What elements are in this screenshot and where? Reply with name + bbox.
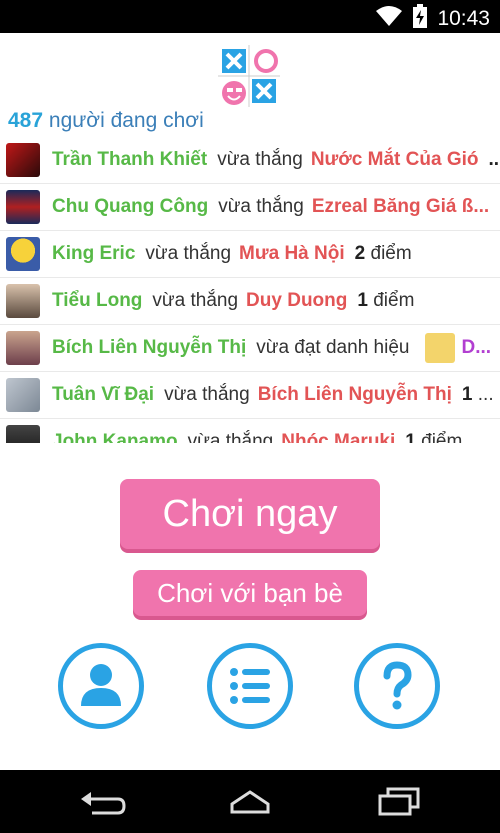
play-with-friends-button[interactable]: Chơi với bạn bè: [133, 570, 367, 616]
winner-name: Bích Liên Nguyễn Thị: [52, 337, 247, 358]
event-verb: vừa đạt danh hiệu: [256, 337, 410, 358]
avatar: [6, 284, 40, 318]
event-verb: vừa thắng: [164, 384, 250, 405]
home-icon[interactable]: [226, 786, 274, 821]
avatar: [6, 190, 40, 224]
activity-feed[interactable]: Trần Thanh Khiết vừa thắng Nước Mắt Của Gi…: [0, 137, 500, 443]
winner-name: Tiểu Long: [52, 290, 143, 311]
recent-apps-icon[interactable]: [374, 786, 422, 821]
feed-row: King Eric vừa thắng Mưa Hà Nội 2 điểm: [0, 231, 500, 278]
avatar: [6, 425, 40, 443]
event-verb: vừa thắng: [187, 431, 274, 443]
avatar: [6, 143, 40, 177]
leaderboard-button[interactable]: [207, 643, 293, 729]
points: 2 điểm: [354, 243, 412, 264]
status-bar: 10:43: [0, 0, 500, 33]
winner-name: John Kanamo: [52, 431, 178, 443]
question-icon: [383, 661, 412, 710]
winner-name: Chu Quang Công: [52, 196, 209, 217]
avatar: [6, 378, 40, 412]
points: 1 ...: [461, 384, 494, 405]
loser-name: Bích Liên Nguyễn Thị: [257, 384, 452, 405]
avatar: [6, 331, 40, 365]
feed-row: Bích Liên Nguyễn Thị vừa đạt danh hiệu D..…: [0, 325, 500, 372]
feed-row: Trần Thanh Khiết vừa thắng Nước Mắt Của Gi…: [0, 137, 500, 184]
loser-name: Duy Duong: [246, 290, 348, 311]
event-verb: vừa thắng: [152, 290, 239, 311]
loser-name: Ezreal Băng Giá ß...: [311, 196, 490, 217]
loser-name: Mưa Hà Nội: [239, 243, 345, 264]
online-count: 487: [8, 109, 44, 132]
event-verb: vừa thắng: [217, 149, 303, 170]
points: 1 điểm: [357, 290, 415, 311]
app-screen: 487 người đang chơi Trần Thanh Khiết vừa …: [0, 33, 500, 770]
list-icon: [230, 668, 270, 704]
title-name: D...: [461, 337, 492, 358]
feed-row: Tuân Vĩ Đại vừa thắng Bích Liên Nguyễn Thị…: [0, 372, 500, 419]
status-time: 10:43: [437, 6, 490, 30]
winner-name: King Eric: [52, 243, 136, 264]
back-icon[interactable]: [78, 786, 126, 821]
feed-row: Tiểu Long vừa thắng Duy Duong 1 điểm: [0, 278, 500, 325]
winner-name: Trần Thanh Khiết: [52, 149, 208, 170]
loser-name: Nhóc Maruki: [281, 431, 396, 443]
feed-row: John Kanamo vừa thắng Nhóc Maruki 1 điểm: [0, 419, 500, 443]
winner-name: Tuân Vĩ Đại: [52, 384, 155, 405]
feed-row: Chu Quang Công vừa thắng Ezreal Băng Giá ß…: [0, 184, 500, 231]
play-now-button[interactable]: Chơi ngay: [120, 479, 380, 549]
title-badge-icon: [425, 332, 456, 363]
profile-button[interactable]: [58, 643, 144, 729]
help-button[interactable]: [354, 643, 440, 729]
app-logo: [216, 43, 282, 109]
points: ...: [488, 149, 500, 170]
online-text: người đang chơi: [48, 109, 204, 132]
avatar: [6, 237, 40, 271]
loser-name: Nước Mắt Của Gió: [310, 149, 479, 170]
user-icon: [81, 664, 121, 706]
wifi-icon: [375, 5, 403, 32]
points: 1 điểm: [405, 431, 463, 443]
navigation-bar: [0, 770, 500, 833]
online-players-label: 487 người đang chơi: [8, 109, 204, 133]
battery-charging-icon: [413, 4, 428, 33]
event-verb: vừa thắng: [218, 196, 304, 217]
event-verb: vừa thắng: [145, 243, 232, 264]
